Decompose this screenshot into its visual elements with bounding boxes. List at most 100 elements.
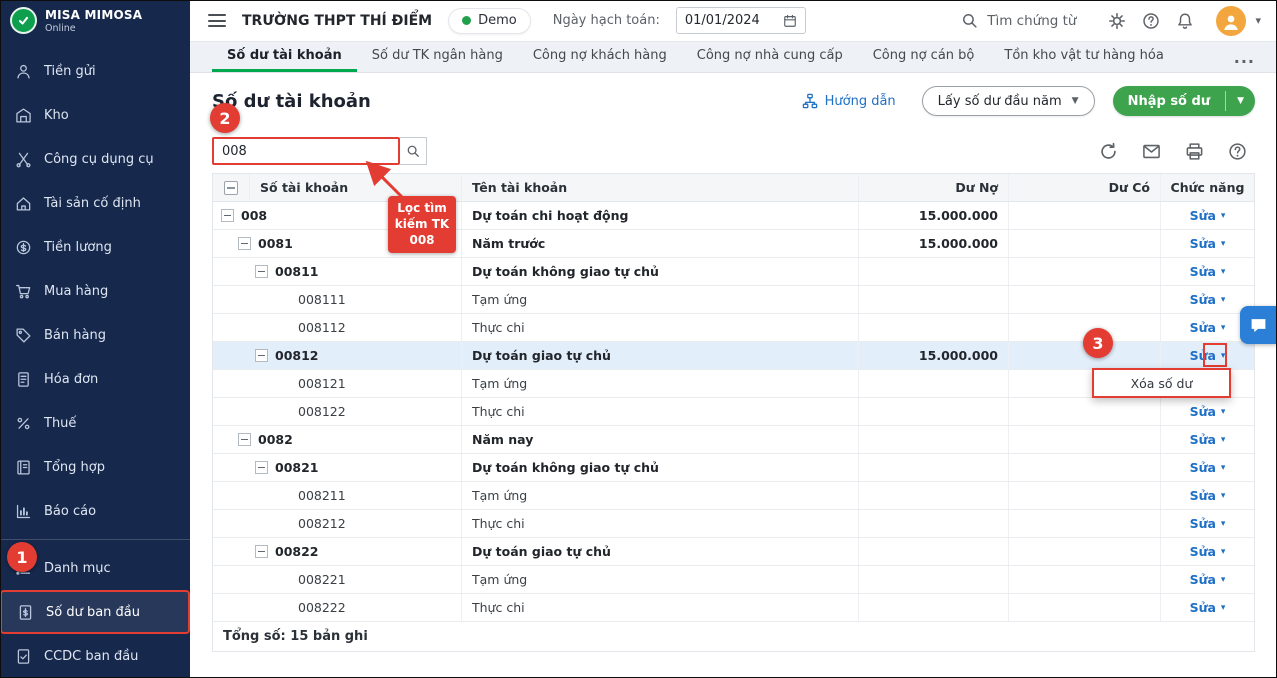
- tab-so-du-tai-khoan[interactable]: Số dư tài khoản: [212, 42, 357, 72]
- enter-balance-button[interactable]: Nhập số dư ▼: [1113, 86, 1255, 116]
- edit-dropdown-icon[interactable]: ▾: [1221, 603, 1226, 613]
- calendar-icon[interactable]: [783, 14, 797, 28]
- sidebar-item-tong-hop[interactable]: Tổng hợp: [0, 445, 190, 489]
- table-row[interactable]: 008122Thực chiSửa▾: [213, 398, 1254, 426]
- sidebar-item-kho[interactable]: Kho: [0, 93, 190, 137]
- collapse-toggle-icon[interactable]: [255, 265, 268, 278]
- collapse-toggle-icon[interactable]: [238, 237, 251, 250]
- table-row[interactable]: 008212Thực chiSửa▾: [213, 510, 1254, 538]
- collapse-toggle-icon[interactable]: [255, 461, 268, 474]
- edit-dropdown-icon[interactable]: ▾: [1221, 323, 1226, 333]
- edit-action[interactable]: Sửa: [1190, 600, 1216, 615]
- edit-dropdown-icon[interactable]: ▾: [1221, 435, 1226, 445]
- edit-action[interactable]: Sửa: [1190, 460, 1216, 475]
- sidebar-item-ban-hang[interactable]: Bán hàng: [0, 313, 190, 357]
- posting-date-label: Ngày hạch toán:: [553, 13, 660, 28]
- tab-cong-no-nha-cung-cap[interactable]: Công nợ nhà cung cấp: [682, 42, 858, 72]
- tax-icon: [14, 414, 32, 432]
- tab-so-du-tk-ngan-hang[interactable]: Số dư TK ngân hàng: [357, 42, 518, 72]
- edit-dropdown-icon[interactable]: ▾: [1221, 491, 1226, 501]
- edit-action[interactable]: Sửa: [1190, 236, 1216, 251]
- account-cell: 008222: [213, 594, 461, 621]
- house-icon: [14, 194, 32, 212]
- hamburger-menu-icon[interactable]: [208, 14, 226, 27]
- notifications-bell-icon[interactable]: [1176, 12, 1194, 30]
- sidebar-item-cong-cu-dung-cu[interactable]: Công cụ dụng cụ: [0, 137, 190, 181]
- edit-action[interactable]: Sửa: [1190, 320, 1216, 335]
- table-row[interactable]: 008221Tạm ứngSửa▾: [213, 566, 1254, 594]
- brand[interactable]: MISA MIMOSA Online: [0, 0, 190, 41]
- table-row[interactable]: 00822Dự toán giao tự chủSửa▾: [213, 538, 1254, 566]
- sidebar-item-label: Bán hàng: [44, 328, 106, 343]
- edit-action[interactable]: Sửa: [1190, 264, 1216, 279]
- table-tools: [1099, 142, 1255, 161]
- sidebar-item-label: Danh mục: [44, 561, 111, 576]
- help-icon[interactable]: [1142, 12, 1160, 30]
- fetch-opening-balance-button[interactable]: Lấy số dư đầu năm ▼: [922, 86, 1095, 116]
- edit-action[interactable]: Sửa: [1190, 292, 1216, 307]
- table-row[interactable]: 00811Dự toán không giao tự chủSửa▾: [213, 258, 1254, 286]
- sidebar-item-ccdc-ban-dau[interactable]: CCDC ban đầu: [0, 634, 190, 678]
- guide-link[interactable]: Hướng dẫn: [802, 93, 896, 109]
- sidebar-item-mua-hang[interactable]: Mua hàng: [0, 269, 190, 313]
- edit-action[interactable]: Sửa: [1190, 404, 1216, 419]
- sidebar-item-hoa-don[interactable]: Hóa đơn: [0, 357, 190, 401]
- edit-action[interactable]: Sửa: [1190, 488, 1216, 503]
- help-circle-icon[interactable]: [1228, 142, 1247, 161]
- settings-gear-icon[interactable]: [1108, 12, 1126, 30]
- edit-action[interactable]: Sửa: [1190, 544, 1216, 559]
- chat-button[interactable]: [1240, 306, 1277, 344]
- sidebar-item-tien-gui[interactable]: Tiền gửi: [0, 49, 190, 93]
- edit-dropdown-icon[interactable]: ▾: [1221, 519, 1226, 529]
- avatar[interactable]: [1216, 6, 1246, 36]
- credit-balance: [1008, 510, 1160, 537]
- edit-action[interactable]: Sửa: [1190, 572, 1216, 587]
- table-row[interactable]: 008211Tạm ứngSửa▾: [213, 482, 1254, 510]
- edit-action[interactable]: Sửa: [1190, 208, 1216, 223]
- sidebar-item-so-du-ban-dau[interactable]: Số dư ban đầu: [0, 590, 190, 634]
- tab-cong-no-can-bo[interactable]: Công nợ cán bộ: [858, 42, 990, 72]
- table-row[interactable]: 0081Năm trước15.000.000Sửa▾: [213, 230, 1254, 258]
- edit-dropdown-icon[interactable]: ▾: [1221, 267, 1226, 277]
- edit-dropdown-icon[interactable]: ▾: [1221, 547, 1226, 557]
- tag-icon: [14, 326, 32, 344]
- account-number: 008: [241, 208, 267, 223]
- sidebar-item-tien-luong[interactable]: Tiền lương: [0, 225, 190, 269]
- edit-dropdown-icon[interactable]: ▾: [1221, 295, 1226, 305]
- edit-action[interactable]: Sửa: [1190, 516, 1216, 531]
- collapse-toggle-icon[interactable]: [255, 349, 268, 362]
- account-number: 008222: [298, 600, 346, 615]
- context-menu-item-delete-balance[interactable]: Xóa số dư: [1094, 370, 1229, 396]
- edit-dropdown-icon[interactable]: ▾: [1221, 575, 1226, 585]
- tabs-overflow-button[interactable]: ...: [1224, 42, 1265, 72]
- collapse-toggle-icon[interactable]: [255, 545, 268, 558]
- edit-dropdown-icon[interactable]: ▾: [1221, 407, 1226, 417]
- collapse-toggle-icon[interactable]: [221, 209, 234, 222]
- table-row[interactable]: 0082Năm naySửa▾: [213, 426, 1254, 454]
- chevron-down-icon[interactable]: ▾: [1255, 14, 1261, 27]
- credit-balance: [1008, 230, 1160, 257]
- select-all-checkbox[interactable]: [224, 181, 238, 195]
- table-row[interactable]: 00821Dự toán không giao tự chủSửa▾: [213, 454, 1254, 482]
- document-search[interactable]: Tìm chứng từ: [961, 12, 1076, 29]
- edit-action[interactable]: Sửa: [1190, 432, 1216, 447]
- sidebar-item-bao-cao[interactable]: Báo cáo: [0, 489, 190, 533]
- tab-cong-no-khach-hang[interactable]: Công nợ khách hàng: [518, 42, 682, 72]
- edit-dropdown-icon[interactable]: ▾: [1221, 239, 1226, 249]
- edit-dropdown-icon[interactable]: ▾: [1221, 211, 1226, 221]
- sidebar-item-tai-san-co-dinh[interactable]: Tài sản cố định: [0, 181, 190, 225]
- collapse-toggle-icon[interactable]: [238, 433, 251, 446]
- print-icon[interactable]: [1185, 142, 1204, 161]
- user-menu[interactable]: ▾: [1216, 6, 1261, 36]
- table-row[interactable]: 008111Tạm ứngSửa▾: [213, 286, 1254, 314]
- edit-dropdown-icon[interactable]: ▾: [1221, 463, 1226, 473]
- table-row[interactable]: 008222Thực chiSửa▾: [213, 594, 1254, 622]
- mail-icon[interactable]: [1142, 142, 1161, 161]
- credit-balance: [1008, 286, 1160, 313]
- refresh-icon[interactable]: [1099, 142, 1118, 161]
- sidebar-item-thue[interactable]: Thuế: [0, 401, 190, 445]
- enter-balance-dropdown-icon[interactable]: ▼: [1226, 86, 1255, 116]
- demo-badge[interactable]: Demo: [448, 8, 531, 34]
- posting-date-input[interactable]: 01/01/2024: [676, 7, 806, 34]
- tab-ton-kho-vat-tu-hang-hoa[interactable]: Tồn kho vật tư hàng hóa: [989, 42, 1178, 72]
